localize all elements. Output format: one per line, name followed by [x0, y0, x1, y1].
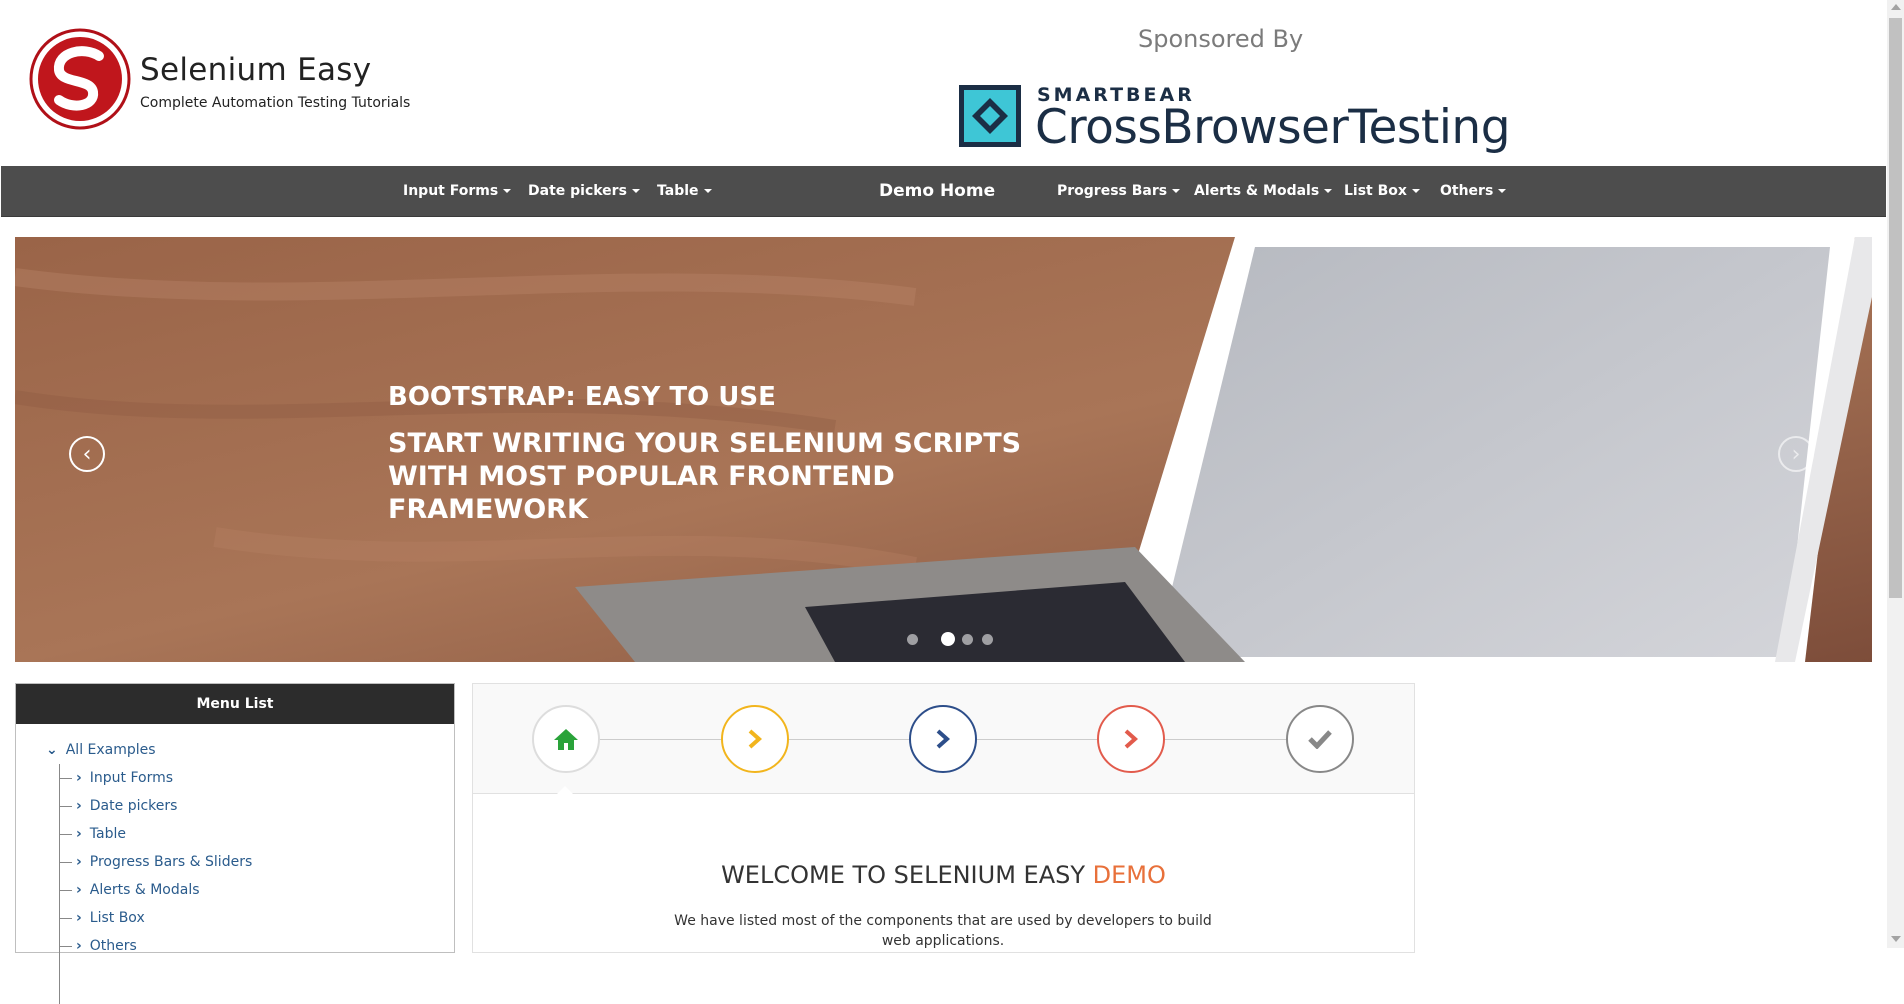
caret-down-icon — [1324, 189, 1333, 193]
tree-item-label: Date pickers — [89, 798, 178, 814]
wizard-panel: WELCOME TO SELENIUM EASY DEMO We have li… — [472, 683, 1415, 953]
carousel-indicator-1[interactable] — [907, 634, 918, 645]
chevron-right-icon: › — [76, 882, 82, 898]
welcome-description: We have listed most of the components th… — [674, 913, 1212, 949]
menu-list-panel: Menu List ⌄ All Examples › Input Forms › Da… — [15, 683, 455, 1004]
nav-list-box-label: List Box — [1344, 183, 1407, 199]
nav-input-forms[interactable]: Input Forms — [403, 166, 512, 216]
tree-branch — [60, 945, 72, 947]
welcome-heading: WELCOME TO SELENIUM EASY DEMO — [473, 861, 1414, 889]
chevron-right-icon: › — [76, 910, 82, 926]
wizard-step-5[interactable] — [1286, 705, 1354, 773]
brand-subtitle: Complete Automation Testing Tutorials — [140, 95, 411, 111]
hero-carousel[interactable]: BOOTSTRAP: EASY TO USE START WRITING YOU… — [15, 237, 1872, 662]
site-header: Selenium Easy Complete Automation Testin… — [0, 0, 1904, 165]
caret-down-icon — [503, 189, 512, 193]
nav-list-box[interactable]: List Box — [1344, 166, 1420, 216]
caret-down-icon — [631, 189, 640, 193]
chevron-right-icon: › — [76, 854, 82, 870]
scroll-down-arrow-icon[interactable] — [1891, 936, 1901, 942]
chevron-right-icon — [1124, 729, 1139, 749]
wizard-steps-bar — [473, 684, 1414, 794]
wizard-step-3[interactable] — [909, 705, 977, 773]
tree-item-table[interactable]: › Table — [60, 826, 126, 842]
tree-item-label: Others — [89, 938, 137, 954]
crossbrowsertesting-logo-icon[interactable] — [958, 84, 1022, 148]
carousel-indicator-4[interactable] — [982, 634, 993, 645]
tree-branch — [60, 889, 72, 891]
chevron-left-icon: ‹ — [82, 441, 92, 467]
brand-title[interactable]: Selenium Easy — [140, 52, 371, 88]
chevron-down-icon: ⌄ — [46, 742, 58, 758]
tree-item-label: Alerts & Modals — [89, 882, 200, 898]
tree-item-input-forms[interactable]: › Input Forms — [60, 770, 173, 786]
nav-table[interactable]: Table — [657, 166, 712, 216]
tree-item-label: List Box — [89, 910, 145, 926]
welcome-heading-prefix: WELCOME TO SELENIUM EASY — [721, 861, 1086, 889]
nav-progress-bars-label: Progress Bars — [1057, 183, 1168, 199]
carousel-next-button[interactable]: › — [1778, 436, 1814, 472]
chevron-right-icon: › — [76, 770, 82, 786]
scroll-up-arrow-icon[interactable] — [1891, 4, 1901, 10]
tree-branch — [60, 805, 72, 807]
active-step-pointer — [557, 786, 573, 794]
tree-root-label: All Examples — [65, 742, 156, 758]
selenium-easy-logo[interactable] — [29, 28, 131, 130]
tree-branch — [60, 861, 72, 863]
home-icon — [554, 729, 578, 750]
menu-list-heading: Menu List — [16, 684, 454, 724]
tree-branch — [60, 833, 72, 835]
tree-item-list-box[interactable]: › List Box — [60, 910, 145, 926]
wizard-step-2[interactable] — [721, 705, 789, 773]
caret-down-icon — [1411, 189, 1420, 193]
scrollbar-thumb[interactable] — [1889, 18, 1902, 598]
caret-down-icon — [703, 189, 712, 193]
tree-item-label: Input Forms — [89, 770, 174, 786]
nav-input-forms-label: Input Forms — [403, 183, 499, 199]
chevron-right-icon: › — [76, 798, 82, 814]
chevron-right-icon — [936, 729, 951, 749]
nav-alerts-modals[interactable]: Alerts & Modals — [1194, 166, 1333, 216]
caret-down-icon — [1172, 189, 1181, 193]
nav-date-pickers[interactable]: Date pickers — [528, 166, 640, 216]
tree-item-label: Table — [89, 826, 126, 842]
tree-item-date-pickers[interactable]: › Date pickers — [60, 798, 177, 814]
nav-others[interactable]: Others — [1440, 166, 1507, 216]
sponsored-by-label: Sponsored By — [1138, 25, 1304, 53]
wizard-step-home[interactable] — [532, 705, 600, 773]
welcome-heading-accent: DEMO — [1092, 861, 1166, 889]
tree-item-label: Progress Bars & Sliders — [89, 854, 253, 870]
nav-table-label: Table — [657, 183, 699, 199]
sponsor-cbt-text[interactable]: CrossBrowserTesting — [1035, 100, 1511, 155]
tree-branch — [60, 777, 72, 779]
carousel-indicator-2[interactable] — [941, 632, 955, 646]
nav-others-label: Others — [1440, 183, 1494, 199]
tree-item-others[interactable]: › Others — [60, 938, 137, 954]
carousel-caption-text: START WRITING YOUR SELENIUM SCRIPTS WITH… — [388, 428, 1022, 525]
check-icon — [1308, 730, 1332, 749]
nav-date-pickers-label: Date pickers — [528, 183, 627, 199]
chevron-right-icon: › — [1791, 441, 1801, 467]
carousel-indicator-3[interactable] — [962, 634, 973, 645]
main-navbar: Input Forms Date pickers Table Demo Home… — [1, 166, 1886, 217]
wizard-step-4[interactable] — [1097, 705, 1165, 773]
chevron-right-icon — [748, 729, 763, 749]
caret-down-icon — [1498, 189, 1507, 193]
carousel-prev-button[interactable]: ‹ — [69, 436, 105, 472]
tree-root-all-examples[interactable]: ⌄ All Examples — [46, 742, 156, 758]
page-scrollbar[interactable] — [1887, 0, 1904, 948]
chevron-right-icon: › — [76, 938, 82, 954]
tree-branch — [60, 917, 72, 919]
carousel-caption-title: BOOTSTRAP: EASY TO USE — [388, 382, 776, 412]
tree-item-progress-bars-sliders[interactable]: › Progress Bars & Sliders — [60, 854, 252, 870]
chevron-right-icon: › — [76, 826, 82, 842]
nav-alerts-modals-label: Alerts & Modals — [1194, 183, 1320, 199]
nav-demo-home[interactable]: Demo Home — [879, 166, 995, 216]
tree-item-alerts-modals[interactable]: › Alerts & Modals — [60, 882, 200, 898]
nav-progress-bars[interactable]: Progress Bars — [1057, 166, 1181, 216]
